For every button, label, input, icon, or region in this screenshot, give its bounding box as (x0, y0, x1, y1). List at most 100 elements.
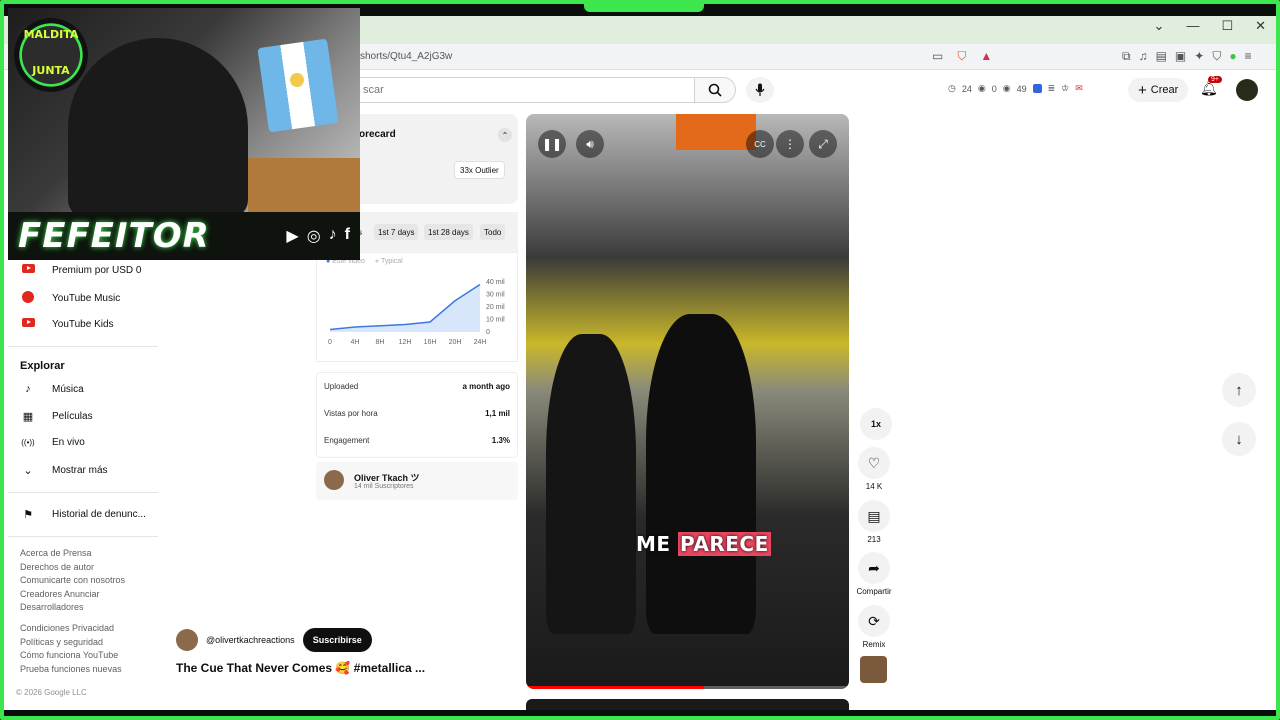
extensions-icon[interactable]: ⧉ (1122, 49, 1131, 64)
close-icon[interactable]: ✕ (1255, 18, 1266, 34)
plus-icon: + (1138, 81, 1147, 99)
x-tick-label: 24H (474, 339, 487, 346)
chevron-down-icon: ⌄ (23, 465, 33, 477)
search-button[interactable] (694, 77, 736, 103)
list-icon[interactable]: ≣ (1048, 83, 1056, 94)
sidebar-item-music-explore[interactable]: ♪ Música (20, 383, 84, 395)
previous-video-button[interactable]: ↑ (1222, 373, 1256, 407)
sidebar-item-show-more[interactable]: ⌄ Mostrar más (20, 464, 107, 477)
comments-button[interactable]: ▤ 213 (855, 500, 893, 544)
speed-button[interactable]: 1x (857, 408, 895, 443)
video-caption: ME PARECE (636, 532, 771, 556)
award-icon[interactable]: ♔ (1061, 83, 1069, 94)
url-text[interactable]: shorts/Qtu4_A2jG3w (360, 51, 452, 62)
share-button[interactable]: ➦ Compartir (851, 552, 897, 596)
brave-rewards-icon[interactable]: ▲ (980, 49, 992, 64)
clock-icon: ◷ (948, 83, 956, 93)
x-tick-label: 16H (424, 339, 437, 346)
footer-link[interactable]: Derechos de autor (20, 561, 125, 575)
sidebar-item-movies[interactable]: ▦ Películas (20, 410, 93, 423)
chevron-up-icon: ⌃ (501, 130, 509, 140)
voice-search-button[interactable] (746, 77, 774, 103)
sidebar-toggle-icon[interactable]: ▤ (1156, 49, 1167, 64)
channel-handle[interactable]: @olivertkachreactions (206, 635, 295, 645)
vpn-icon[interactable]: ⛉ (1212, 49, 1221, 64)
footer-link[interactable]: Comunicarte con nosotros (20, 574, 125, 588)
footer-link[interactable]: Condiciones Privacidad (20, 622, 122, 636)
wallet-icon[interactable]: ▣ (1175, 49, 1186, 64)
sidebar-item-kids[interactable]: YouTube Kids (20, 318, 114, 330)
brave-shield-icon[interactable]: ⛉ (957, 49, 966, 64)
remix-label: Remix (862, 640, 886, 649)
remix-button[interactable]: ⟳ Remix (855, 605, 893, 649)
leo-icon[interactable]: ✦ (1194, 49, 1204, 64)
x-tick-label: 12H (399, 339, 412, 346)
captions-icon: CC (754, 139, 766, 149)
arrow-down-icon: ↓ (1235, 430, 1243, 448)
eye-icon: ◉ (977, 83, 986, 93)
more-options-button[interactable]: ⋮ (776, 130, 804, 158)
sidebar-item-music[interactable]: YouTube Music (20, 291, 120, 306)
alert-icon[interactable]: ✉ (1075, 83, 1083, 94)
notifications-button[interactable]: 🔔︎ 9+ (1200, 76, 1222, 97)
sidebar-divider (8, 492, 158, 493)
x-tick-label: 8H (376, 339, 385, 346)
sidebar-item-live[interactable]: ((•)) En vivo (20, 437, 85, 448)
channel-avatar[interactable] (324, 470, 344, 490)
heart-icon: ♡ (858, 447, 890, 479)
filter-chip[interactable]: Todo (480, 224, 506, 240)
tab-list-icon[interactable]: ⌄ (1154, 18, 1165, 34)
sidebar-item-label: En vivo (52, 437, 85, 448)
volume-button[interactable]: 🔊︎ (576, 130, 604, 158)
fullscreen-button[interactable]: ⤢ (809, 130, 837, 158)
flag-icon: ⚑ (23, 509, 33, 521)
maximize-icon[interactable]: ☐ (1221, 18, 1233, 34)
shorts-video-player[interactable]: ❚❚ 🔊︎ CC ⋮ ⤢ ME PARECE (526, 114, 849, 689)
video-progress-bar[interactable] (526, 686, 849, 689)
microphone-icon (755, 83, 765, 96)
footer-link[interactable]: Desarrolladores (20, 601, 125, 615)
footer-link[interactable]: Creadores Anunciar (20, 588, 125, 602)
footer-link[interactable]: Prueba funciones nuevas (20, 663, 122, 677)
extension-chip-icon[interactable] (1032, 84, 1042, 93)
collapse-button[interactable]: ⌃ (498, 128, 512, 142)
video-title[interactable]: The Cue That Never Comes 🥰 #metallica ..… (176, 661, 425, 675)
stat-label: Uploaded (324, 382, 359, 391)
social-icons: ▶ ◎ ♪ f (286, 226, 350, 246)
create-button[interactable]: + Crear (1128, 78, 1189, 102)
captions-button[interactable]: CC (746, 130, 774, 158)
left-sidebar: Premium por USD 0 YouTube Music YouTube … (8, 260, 160, 700)
fullscreen-icon: ⤢ (818, 136, 828, 151)
stat-value: 1,1 mil (485, 409, 510, 418)
footer-link[interactable]: Acerca de Prensa (20, 547, 125, 561)
account-avatar[interactable] (1236, 79, 1258, 101)
like-button[interactable]: ♡ 14 K (855, 447, 893, 491)
stat-eye1: 0 (991, 83, 997, 94)
next-video-button[interactable]: ↓ (1222, 422, 1256, 456)
channel-subscribers: 14 mil Suscriptores (354, 483, 414, 490)
sidebar-item-report-history[interactable]: ⚑ Historial de denunc... (20, 508, 146, 521)
filter-chip[interactable]: 1st 7 days (374, 224, 419, 240)
sidebar-item-label: Música (52, 383, 84, 395)
menu-icon[interactable]: ≡ (1245, 49, 1252, 64)
search-input[interactable]: scar (354, 77, 694, 103)
subscribe-button[interactable]: Suscribirse (302, 628, 372, 652)
notification-badge: 9+ (1208, 76, 1222, 83)
sidebar-item-premium[interactable]: Premium por USD 0 (20, 264, 141, 276)
channel-avatar[interactable] (176, 629, 198, 651)
stat-label: Engagement (324, 436, 370, 445)
pause-button[interactable]: ❚❚ (538, 130, 566, 158)
flag-sun-icon (290, 73, 304, 87)
explore-heading: Explorar (20, 360, 65, 372)
screen-cast-icon[interactable]: ▭ (932, 49, 943, 64)
profile-icon[interactable]: ● (1229, 49, 1236, 64)
legend-entry: ● Typical (374, 258, 403, 265)
filter-chip[interactable]: 1st 28 days (424, 224, 473, 240)
sidebar-item-label: Premium por USD 0 (52, 264, 142, 276)
stat-label: Vistas por hora (324, 409, 378, 418)
minimize-icon[interactable]: — (1186, 18, 1199, 34)
sound-avatar[interactable] (860, 656, 887, 683)
media-icon[interactable]: ♫ (1139, 49, 1148, 64)
footer-link[interactable]: Cómo funciona YouTube (20, 649, 122, 663)
footer-link[interactable]: Políticas y seguridad (20, 636, 122, 650)
